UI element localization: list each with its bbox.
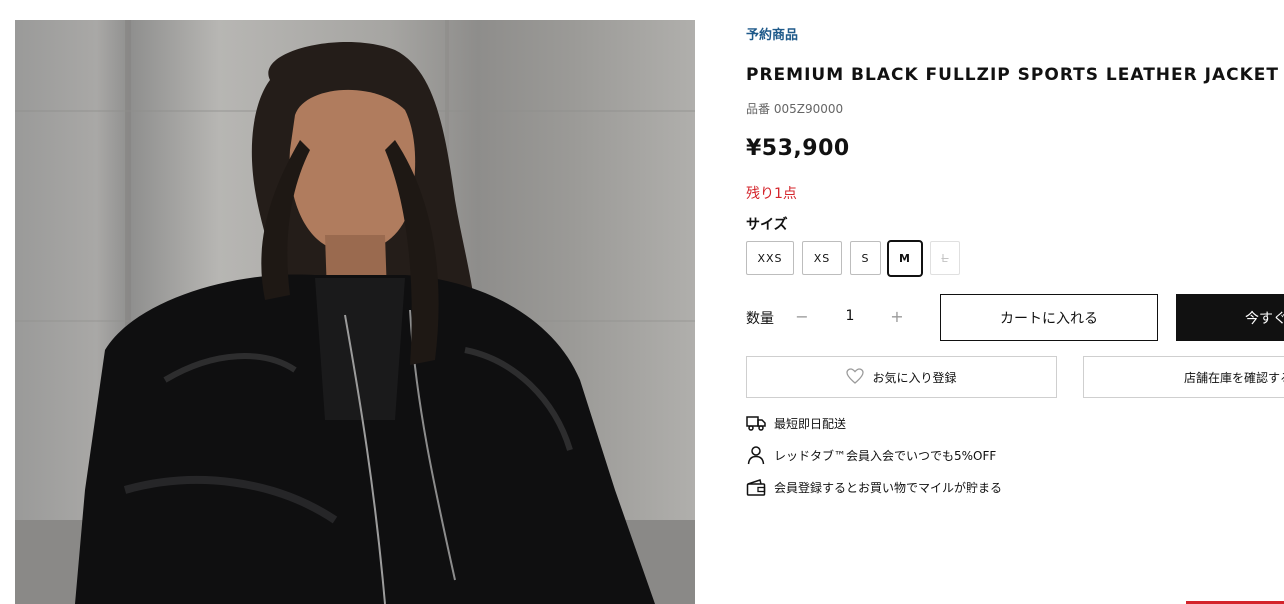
product-title: PREMIUM BLACK FULLZIP SPORTS LEATHER JAC… [746, 65, 1279, 85]
quantity-label: 数量 [746, 311, 774, 327]
buy-now-label: 今すぐ [1245, 310, 1284, 327]
favorite-label: お気に入り登録 [872, 370, 957, 385]
perk-shipping-text: 最短即日配送 [774, 416, 847, 431]
heart-icon [846, 367, 865, 387]
person-icon [746, 445, 766, 465]
perk-miles-text: 会員登録するとお買い物でマイルが貯まる [774, 480, 1003, 495]
product-sku: 品番 005Z90000 [746, 102, 844, 116]
preorder-badge: 予約商品 [746, 28, 799, 43]
size-label: サイズ [746, 217, 788, 233]
size-option-xs[interactable]: XS [802, 241, 842, 275]
favorite-button[interactable]: お気に入り登録 [746, 356, 1057, 398]
quantity-input[interactable] [832, 308, 868, 324]
truck-icon [746, 413, 766, 433]
perk-shipping: 最短即日配送 [746, 412, 846, 434]
quantity-decrement-button[interactable]: − [792, 306, 812, 328]
size-option-xxs[interactable]: XXS [746, 241, 794, 275]
add-to-cart-button[interactable]: カートに入れる [940, 294, 1158, 341]
size-option-m[interactable]: M [887, 240, 923, 277]
perk-membership: レッドタブ™会員入会でいつでも5%OFF [746, 444, 996, 466]
store-stock-label: 店舗在庫を確認する [1184, 370, 1284, 385]
size-option-s[interactable]: S [850, 241, 881, 275]
wallet-icon [746, 477, 766, 497]
store-stock-button[interactable]: 店舗在庫を確認する [1083, 356, 1284, 398]
perk-membership-text: レッドタブ™会員入会でいつでも5%OFF [774, 448, 997, 463]
stock-status: 残り1点 [746, 186, 797, 202]
perk-miles: 会員登録するとお買い物でマイルが貯まる [746, 476, 1002, 498]
product-price: ¥53,900 [746, 136, 850, 161]
product-page: 予約商品 PREMIUM BLACK FULLZIP SPORTS LEATHE… [0, 0, 1284, 604]
quantity-increment-button[interactable]: + [887, 306, 907, 328]
size-option-l: L [930, 241, 960, 275]
buy-now-button[interactable]: 今すぐ [1176, 294, 1284, 341]
product-image[interactable] [15, 20, 695, 604]
model-illustration [15, 20, 695, 604]
